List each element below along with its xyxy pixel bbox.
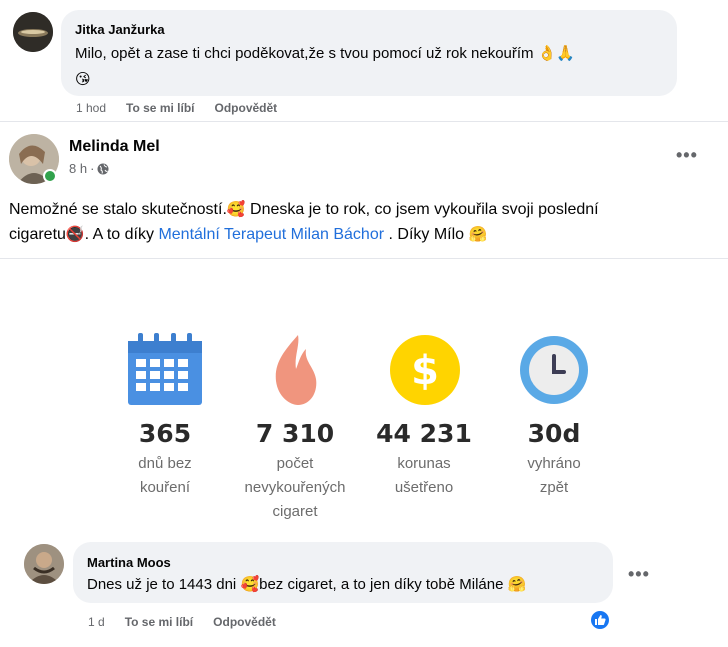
stat-value: 44 231 bbox=[376, 419, 472, 448]
avatar[interactable] bbox=[24, 544, 64, 584]
emoji: 🥰 bbox=[240, 575, 260, 593]
stat-value: 365 bbox=[138, 419, 192, 448]
more-options-icon[interactable]: ••• bbox=[676, 146, 698, 164]
post-meta: 8 h · bbox=[69, 161, 109, 176]
flame-icon bbox=[275, 335, 317, 405]
divider bbox=[0, 121, 728, 122]
stat-label: počet nevykouřených cigaret bbox=[244, 455, 346, 520]
stat-label: dnů bez kouření bbox=[138, 455, 192, 496]
emoji: 🤗 bbox=[468, 225, 488, 243]
comment-bubble: Martina Moos Dnes už je to 1443 dni 🥰bez… bbox=[73, 542, 613, 603]
svg-text:$: $ bbox=[411, 348, 439, 394]
comment-time[interactable]: 1 hod bbox=[76, 101, 106, 115]
online-status-dot bbox=[43, 169, 57, 183]
calendar-icon bbox=[128, 333, 202, 405]
post-image[interactable]: $ 365 dnů bez kouření 7 310 počet nevyko… bbox=[0, 259, 728, 537]
post-text: Nemožné se stalo skutečností.🥰 Dneska je… bbox=[9, 200, 599, 243]
stat-label: korunas ušetřeno bbox=[394, 455, 454, 496]
comment-more-options-icon[interactable]: ••• bbox=[628, 565, 650, 583]
stat-value: 7 310 bbox=[255, 419, 335, 448]
thumbs-up-icon bbox=[595, 615, 606, 625]
comment-author[interactable]: Martina Moos bbox=[87, 555, 171, 570]
stat-money: 44 231 korunas ušetřeno bbox=[359, 419, 489, 500]
reply-button[interactable]: Odpovědět bbox=[215, 101, 278, 115]
page-link[interactable]: Mentální Terapeut Milan Báchor bbox=[158, 226, 384, 243]
stat-cigarettes: 7 310 počet nevykouřených cigaret bbox=[230, 419, 360, 524]
stat-time-won: 30d vyhráno zpět bbox=[489, 419, 619, 500]
stat-days: 365 dnů bez kouření bbox=[100, 419, 230, 500]
reply-button[interactable]: Odpovědět bbox=[213, 615, 276, 629]
dollar-coin-icon: $ bbox=[390, 335, 460, 405]
stat-value: 30d bbox=[527, 419, 581, 448]
stat-label: vyhráno zpět bbox=[527, 455, 581, 496]
comment-text: Dnes už je to 1443 dni 🥰bez cigaret, a t… bbox=[87, 575, 527, 593]
comment-bubble: Jitka Janžurka Milo, opět a zase ti chci… bbox=[61, 10, 677, 96]
globe-icon bbox=[97, 163, 109, 174]
comment-time[interactable]: 1 d bbox=[88, 615, 105, 629]
like-button[interactable]: To se mi líbí bbox=[125, 615, 193, 629]
emoji: 🥰 bbox=[226, 200, 246, 218]
emoji: 🚭 bbox=[65, 225, 85, 243]
comment-actions: 1 hod To se mi líbí Odpovědět bbox=[76, 101, 277, 115]
like-reaction-badge[interactable] bbox=[589, 609, 611, 631]
comment-emojis: 👌🙏 bbox=[537, 44, 576, 62]
clock-icon bbox=[520, 336, 588, 404]
post-author[interactable]: Melinda Mel bbox=[69, 138, 160, 156]
like-button[interactable]: To se mi líbí bbox=[126, 101, 194, 115]
avatar[interactable] bbox=[9, 134, 59, 184]
comment-emoji-line2: 😘 bbox=[75, 70, 91, 88]
comment-text-body: Milo, opět a zase ti chci poděkovat,že s… bbox=[75, 45, 534, 62]
emoji: 🤗 bbox=[507, 575, 527, 593]
comment-actions: 1 d To se mi líbí Odpovědět bbox=[88, 615, 276, 629]
comment-author[interactable]: Jitka Janžurka bbox=[75, 22, 165, 37]
avatar[interactable] bbox=[13, 12, 53, 52]
comment-text: Milo, opět a zase ti chci poděkovat,že s… bbox=[75, 43, 675, 94]
post-time[interactable]: 8 h bbox=[69, 161, 87, 176]
